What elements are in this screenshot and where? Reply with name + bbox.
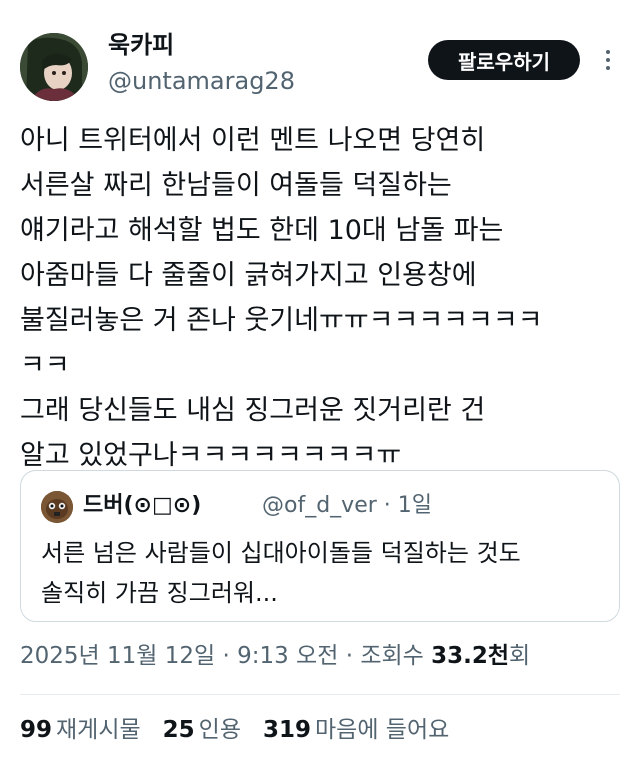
quoted-text-line: 솔직히 가끔 징그러워... bbox=[41, 579, 278, 607]
tweet: 욱카피 @untamarag28 팔로우하기 아니 트위터에서 이런 멘트 나오… bbox=[0, 0, 640, 766]
divider bbox=[20, 694, 620, 695]
quoted-display-name[interactable]: 드버(⊙□⊙) bbox=[83, 489, 201, 523]
quoted-avatar[interactable] bbox=[41, 491, 73, 523]
tweet-text-line: 그래 당신들도 내심 징그러운 짓거리란 건 bbox=[20, 395, 486, 426]
tweet-text-line: 얘기라고 해석할 법도 한데 10대 남돌 파는 bbox=[20, 215, 504, 246]
likes-label: 마음에 들어요 bbox=[315, 717, 450, 743]
tweet-text-line: 불질러놓은 거 존나 웃기네ㅠㅠㅋㅋㅋㅋㅋㅋㅋ bbox=[20, 305, 543, 336]
more-options-icon[interactable] bbox=[598, 44, 618, 76]
views-count: 33.2천 bbox=[431, 643, 510, 669]
reposts-label: 재게시물 bbox=[56, 717, 141, 743]
engagement-stats: 99 재게시물 25 인용 319 마음에 들어요 bbox=[20, 712, 449, 748]
avatar[interactable] bbox=[20, 33, 88, 101]
follow-button[interactable]: 팔로우하기 bbox=[428, 40, 580, 80]
quoted-text-line: 서른 넘은 사람들이 십대아이돌들 덕질하는 것도 bbox=[41, 539, 521, 567]
tweet-text-line: 서른살 짜리 한남들이 여돌들 덕질하는 bbox=[20, 170, 452, 201]
quotes-count: 25 bbox=[162, 717, 195, 743]
quotes-stat[interactable]: 25 인용 bbox=[163, 712, 241, 748]
likes-stat[interactable]: 319 마음에 들어요 bbox=[263, 712, 449, 748]
author-handle[interactable]: @untamarag28 bbox=[108, 66, 295, 96]
likes-count: 319 bbox=[263, 717, 312, 743]
tweet-meta: 2025년 11월 12일 · 9:13 오전 · 조회수 33.2천회 bbox=[20, 638, 530, 674]
tweet-text-line: 아줌마들 다 줄줄이 긁혀가지고 인용창에 bbox=[20, 260, 477, 291]
views-suffix: 회 bbox=[509, 643, 531, 669]
quoted-tweet[interactable]: 드버(⊙□⊙) @of_d_ver · 1일 서른 넘은 사람들이 십대아이돌들… bbox=[20, 470, 620, 622]
reposts-count: 99 bbox=[20, 717, 53, 743]
quoted-text: 서른 넘은 사람들이 십대아이돌들 덕질하는 것도 솔직히 가끔 징그러워... bbox=[41, 533, 601, 613]
quoted-handle-time: @of_d_ver · 1일 bbox=[262, 493, 432, 518]
tweet-text-line: 아니 트위터에서 이런 멘트 나오면 당연히 bbox=[20, 125, 486, 156]
quotes-label: 인용 bbox=[198, 717, 241, 743]
author-display-name[interactable]: 욱카피 bbox=[108, 30, 174, 60]
tweet-text: 아니 트위터에서 이런 멘트 나오면 당연히 서른살 짜리 한남들이 여돌들 덕… bbox=[20, 118, 620, 478]
timestamp[interactable]: 2025년 11월 12일 · 9:13 오전 · 조회수 bbox=[20, 643, 431, 669]
reposts-stat[interactable]: 99 재게시물 bbox=[20, 712, 141, 748]
tweet-text-line: ㅋㅋ bbox=[20, 350, 70, 381]
